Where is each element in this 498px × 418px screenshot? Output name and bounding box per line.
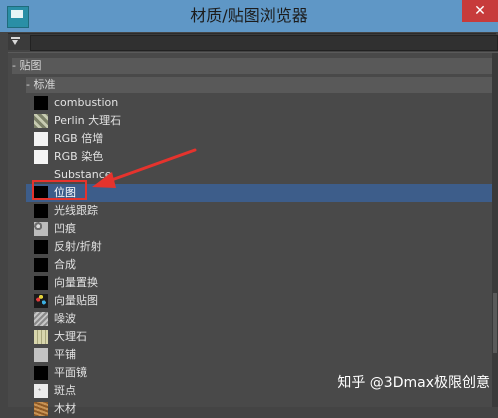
list-item[interactable]: 凹痕	[26, 220, 492, 238]
list-item[interactable]: 木材	[26, 400, 492, 418]
group-standard[interactable]: - 标准	[26, 77, 492, 93]
list-item[interactable]: 向量贴图	[26, 292, 492, 310]
black-swatch-icon	[34, 240, 48, 254]
white-swatch-icon	[34, 132, 48, 146]
list-item[interactable]: 大理石	[26, 328, 492, 346]
list-item-label: Perlin 大理石	[54, 114, 122, 127]
list-item-label: RGB 染色	[54, 150, 104, 163]
list-item-label: RGB 倍增	[54, 132, 104, 145]
annotation-highlight-box	[32, 180, 87, 200]
search-input[interactable]	[30, 35, 498, 51]
list-item-label: 反射/折射	[54, 240, 102, 253]
list-item-label: 凹痕	[54, 222, 76, 235]
black-swatch-icon	[34, 204, 48, 218]
list-item-label: 木材	[54, 402, 76, 415]
scroll-thumb[interactable]	[493, 293, 497, 353]
list-item-label: 平铺	[54, 348, 76, 361]
browser-tree: - 贴图 - 标准 combustion Perlin 大理石 RGB 倍增 R…	[8, 52, 498, 416]
perlin-marble-swatch-icon	[34, 114, 48, 128]
marble-swatch-icon	[34, 330, 48, 344]
list-item-label: 向量贴图	[54, 294, 98, 307]
dent-swatch-icon	[34, 222, 48, 236]
black-swatch-icon	[34, 96, 48, 110]
list-item[interactable]: 平铺	[26, 346, 492, 364]
black-swatch-icon	[34, 366, 48, 380]
list-item-label: 斑点	[54, 384, 76, 397]
group-maps[interactable]: - 贴图	[12, 58, 492, 74]
noise-swatch-icon	[34, 312, 48, 326]
title-bar: 材质/贴图浏览器 ✕	[0, 0, 498, 32]
wood-swatch-icon	[34, 402, 48, 416]
black-swatch-icon	[34, 258, 48, 272]
list-item[interactable]: combustion	[26, 94, 492, 112]
vertical-scrollbar[interactable]	[492, 53, 498, 407]
list-item[interactable]: 向量置换	[26, 274, 492, 292]
list-item[interactable]: RGB 倍增	[26, 130, 492, 148]
filter-menu-icon[interactable]	[11, 37, 20, 46]
list-item[interactable]: 噪波	[26, 310, 492, 328]
list-item[interactable]: Perlin 大理石	[26, 112, 492, 130]
white-swatch-icon	[34, 150, 48, 164]
list-item[interactable]: 光线跟踪	[26, 202, 492, 220]
list-item[interactable]: RGB 染色	[26, 148, 492, 166]
list-item-label: 向量置换	[54, 276, 98, 289]
list-item-label: 光线跟踪	[54, 204, 98, 217]
list-item-selected[interactable]: 位图	[26, 184, 492, 202]
list-item-label: 大理石	[54, 330, 87, 343]
list-item-label: combustion	[54, 96, 119, 109]
list-item-label: 合成	[54, 258, 76, 271]
list-item[interactable]: 合成	[26, 256, 492, 274]
close-button[interactable]: ✕	[462, 0, 498, 22]
speckle-swatch-icon	[34, 384, 48, 398]
list-item-label: 噪波	[54, 312, 76, 325]
vector-map-swatch-icon	[34, 294, 48, 308]
watermark-text: 知乎 @3Dmax极限创意	[337, 375, 490, 391]
black-swatch-icon	[34, 276, 48, 290]
list-item[interactable]: Substance	[26, 166, 492, 184]
window-title: 材质/贴图浏览器	[190, 6, 308, 25]
filter-bar	[8, 33, 498, 51]
tiles-swatch-icon	[34, 348, 48, 362]
list-item[interactable]: 反射/折射	[26, 238, 492, 256]
map-list: combustion Perlin 大理石 RGB 倍增 RGB 染色 Subs…	[26, 94, 492, 416]
list-item-label: 平面镜	[54, 366, 87, 379]
